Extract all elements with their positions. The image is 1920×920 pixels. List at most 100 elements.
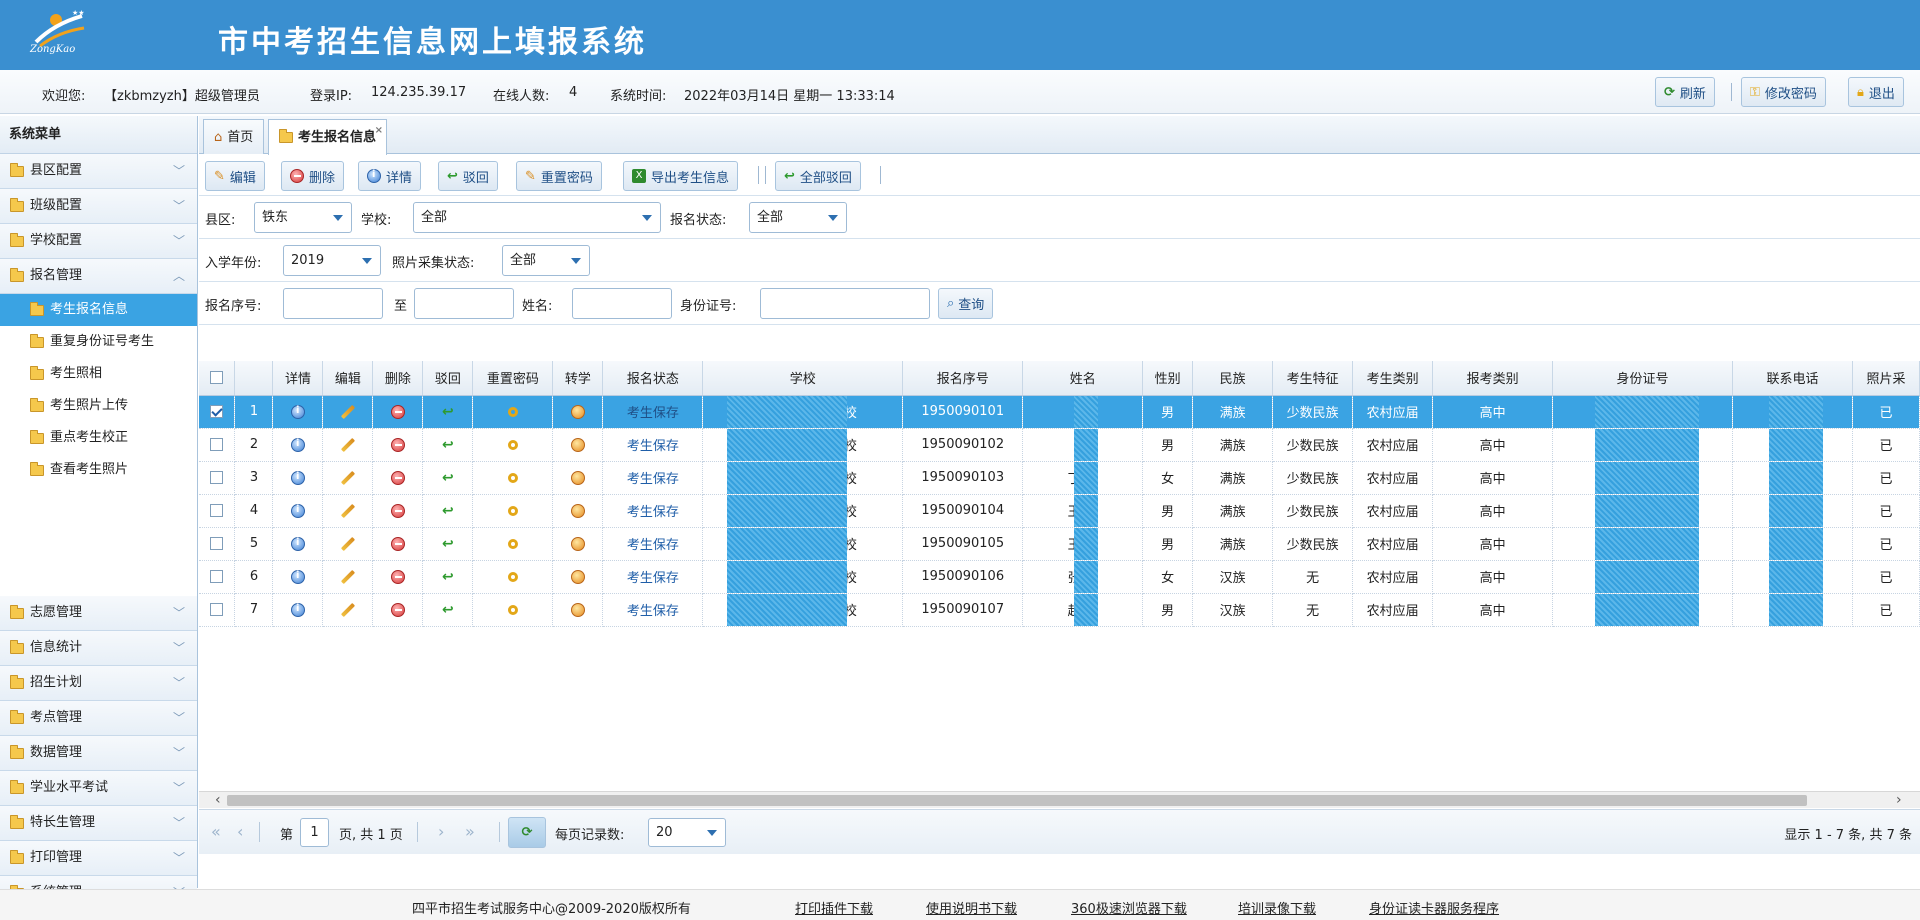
return-icon[interactable]: ↩ — [442, 602, 454, 618]
delete-icon[interactable] — [390, 503, 405, 518]
key-icon[interactable] — [507, 472, 518, 483]
sidebar-item[interactable]: 查看考生照片 — [0, 454, 197, 486]
row-checkbox[interactable] — [210, 405, 224, 418]
sidebar-group[interactable]: 信息统计 ﹀ — [0, 631, 197, 666]
key-icon[interactable] — [507, 604, 518, 615]
return-icon[interactable]: ↩ — [442, 404, 454, 420]
scrollbar-thumb[interactable] — [227, 795, 1807, 806]
school-select[interactable]: 全部 — [413, 202, 661, 233]
prev-page-icon[interactable]: ‹ — [237, 822, 243, 841]
edit-button[interactable]: ✎ 编辑 — [205, 161, 265, 191]
table-row[interactable]: 4 ↩ 考生保存四平市 朝鲜族学校1950090104王 鑫男满族少数民族农村应届高… — [199, 494, 1920, 528]
id-input[interactable] — [760, 288, 930, 319]
row-checkbox[interactable] — [210, 471, 224, 484]
detail-button[interactable]: 详情 — [358, 161, 422, 191]
sidebar-group[interactable]: 班级配置 ﹀ — [0, 189, 197, 224]
seq-to-input[interactable] — [414, 288, 514, 319]
refresh-button[interactable]: ⟳ 刷新 — [1655, 77, 1715, 107]
browser-link[interactable]: 360极速浏览器下载 — [1071, 898, 1187, 917]
key-icon[interactable] — [507, 406, 518, 417]
info-icon[interactable] — [290, 602, 305, 617]
key-icon[interactable] — [507, 571, 518, 582]
change-password-button[interactable]: ⚿ 修改密码 — [1741, 77, 1826, 107]
pencil-icon[interactable] — [340, 404, 355, 419]
manual-link[interactable]: 使用说明书下载 — [926, 898, 1017, 917]
transfer-icon[interactable] — [570, 470, 585, 485]
scroll-left-icon[interactable]: ‹ — [215, 792, 221, 808]
close-icon[interactable]: × — [375, 114, 383, 147]
info-icon[interactable] — [290, 470, 305, 485]
name-input[interactable] — [572, 288, 672, 319]
sidebar-group[interactable]: 报名管理 ︿ — [0, 259, 197, 294]
info-icon[interactable] — [290, 503, 305, 518]
sidebar-group[interactable]: 考点管理 ﹀ — [0, 701, 197, 736]
sidebar-item[interactable]: 考生报名信息 — [0, 294, 197, 326]
pencil-icon[interactable] — [340, 602, 355, 617]
next-page-icon[interactable]: › — [438, 822, 444, 841]
row-checkbox[interactable] — [210, 438, 224, 451]
tab-home[interactable]: ⌂ 首页 — [203, 119, 265, 154]
reject-button[interactable]: ↩ 驳回 — [438, 161, 498, 191]
status-select[interactable]: 全部 — [749, 202, 847, 233]
return-icon[interactable]: ↩ — [442, 569, 454, 585]
delete-icon[interactable] — [390, 536, 405, 551]
photo-status-select[interactable]: 全部 — [502, 245, 590, 276]
table-row[interactable]: 6 ↩ 考生保存四平市 朝鲜族学校1950090106张 琼女汉族无农村应届高中22… — [199, 560, 1920, 594]
key-icon[interactable] — [507, 538, 518, 549]
sidebar-item[interactable]: 重点考生校正 — [0, 422, 197, 454]
transfer-icon[interactable] — [570, 569, 585, 584]
key-icon[interactable] — [507, 439, 518, 450]
table-row[interactable]: 3 ↩ 考生保存四平市 朝鲜族学校1950090103丁 怡女满族少数民族农村应届高… — [199, 461, 1920, 495]
table-row[interactable]: 2 ↩ 考生保存四平市 朝鲜族学校1950090102王男满族少数民族农村应届高中2… — [199, 428, 1920, 462]
reject-all-button[interactable]: ↩ 全部驳回 — [775, 161, 861, 191]
search-button[interactable]: ⌕ 查询 — [938, 288, 994, 319]
pencil-icon[interactable] — [340, 536, 355, 551]
training-video-link[interactable]: 培训录像下载 — [1238, 898, 1316, 917]
sidebar-group[interactable]: 县区配置 ﹀ — [0, 154, 197, 189]
table-row[interactable]: 7 ↩ 考生保存四平市 朝鲜族学校1950090107赵 瑶男汉族无农村应届高中22… — [199, 593, 1920, 627]
delete-icon[interactable] — [390, 569, 405, 584]
sidebar-group[interactable]: 学业水平考试 ﹀ — [0, 771, 197, 806]
row-checkbox[interactable] — [210, 603, 224, 616]
delete-icon[interactable] — [390, 404, 405, 419]
sidebar-group[interactable]: 特长生管理 ﹀ — [0, 806, 197, 841]
scroll-right-icon[interactable]: › — [1896, 792, 1902, 808]
last-page-icon[interactable]: » — [465, 822, 475, 841]
key-icon[interactable] — [507, 505, 518, 516]
row-checkbox[interactable] — [210, 570, 224, 583]
transfer-icon[interactable] — [570, 536, 585, 551]
horizontal-scrollbar[interactable]: ‹ › — [199, 791, 1920, 808]
tab-student-registration[interactable]: 考生报名信息 × — [268, 119, 388, 155]
id-reader-link[interactable]: 身份证读卡器服务程序 — [1369, 898, 1499, 917]
sidebar-group[interactable]: 数据管理 ﹀ — [0, 736, 197, 771]
return-icon[interactable]: ↩ — [442, 503, 454, 519]
pencil-icon[interactable] — [340, 470, 355, 485]
table-row[interactable]: 1 ↩ 考生保存四平市 朝鲜族学校1950090101韩男满族少数民族农村应届高中2… — [199, 395, 1920, 429]
info-icon[interactable] — [290, 536, 305, 551]
select-all-checkbox[interactable] — [210, 371, 224, 385]
transfer-icon[interactable] — [570, 404, 585, 419]
transfer-icon[interactable] — [570, 602, 585, 617]
page-number-input[interactable]: 1 — [300, 818, 329, 847]
per-page-select[interactable]: 20 — [648, 818, 726, 847]
pencil-icon[interactable] — [340, 569, 355, 584]
sidebar-item[interactable]: 重复身份证号考生 — [0, 326, 197, 358]
table-row[interactable]: 5 ↩ 考生保存四平市 朝鲜族学校1950090105王 勃男满族少数民族农村应届高… — [199, 527, 1920, 561]
row-checkbox[interactable] — [210, 504, 224, 517]
sidebar-item[interactable]: 考生照片上传 — [0, 390, 197, 422]
sidebar-group[interactable]: 招生计划 ﹀ — [0, 666, 197, 701]
delete-button[interactable]: 删除 — [281, 161, 345, 191]
year-select[interactable]: 2019 — [283, 245, 381, 276]
sidebar-group[interactable]: 学校配置 ﹀ — [0, 224, 197, 259]
seq-from-input[interactable] — [283, 288, 383, 319]
sidebar-group[interactable]: 志愿管理 ﹀ — [0, 596, 197, 631]
export-button[interactable]: X 导出考生信息 — [623, 161, 739, 191]
district-select[interactable]: 铁东 — [254, 202, 352, 233]
print-plugin-link[interactable]: 打印插件下载 — [795, 898, 873, 917]
info-icon[interactable] — [290, 404, 305, 419]
info-icon[interactable] — [290, 569, 305, 584]
return-icon[interactable]: ↩ — [442, 437, 454, 453]
sidebar-item[interactable]: 考生照相 — [0, 358, 197, 390]
row-checkbox[interactable] — [210, 537, 224, 550]
transfer-icon[interactable] — [570, 437, 585, 452]
